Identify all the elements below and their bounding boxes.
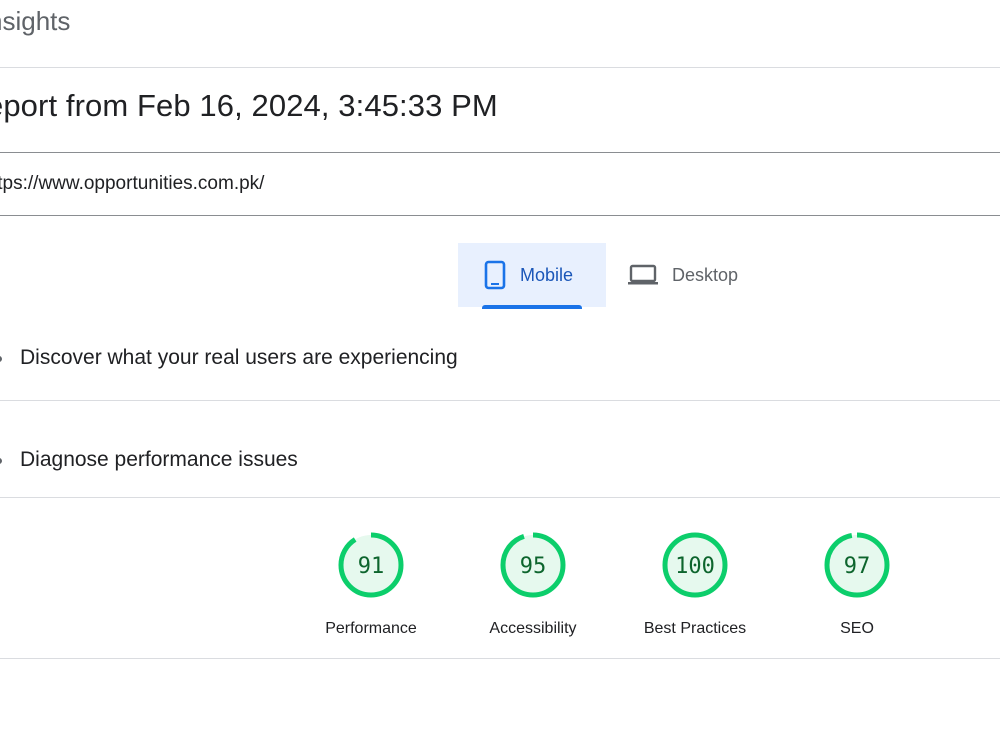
score-value: 95 — [520, 554, 547, 579]
gauge-ring: 95 — [500, 532, 566, 598]
score-gauge-performance[interactable]: 91 Performance — [291, 530, 451, 638]
score-gauge-accessibility[interactable]: 95 Accessibility — [453, 530, 613, 638]
laptop-icon — [628, 263, 658, 287]
report-title: eport from Feb 16, 2024, 3:45:33 PM — [0, 88, 498, 123]
score-value: 91 — [358, 554, 385, 579]
lab-data-marker — [0, 458, 2, 464]
url-field[interactable]: ttps://www.opportunities.com.pk/ — [0, 152, 1000, 216]
field-data-marker — [0, 356, 2, 362]
section-divider-2 — [0, 497, 1000, 498]
scores-divider — [0, 658, 1000, 659]
tab-desktop-label: Desktop — [672, 264, 739, 285]
tab-mobile[interactable]: Mobile — [458, 243, 606, 309]
lab-data-heading: Diagnose performance issues — [20, 448, 298, 471]
gauge-ring: 97 — [824, 532, 890, 598]
gauge-ring: 91 — [338, 532, 404, 598]
section-divider-1 — [0, 400, 1000, 401]
header-divider — [0, 67, 1000, 68]
smartphone-icon — [484, 260, 506, 290]
score-gauge-best-practices[interactable]: 100 Best Practices — [615, 530, 775, 638]
tab-desktop[interactable]: Desktop — [606, 243, 758, 307]
score-label: Best Practices — [643, 620, 747, 637]
score-value: 100 — [675, 554, 715, 579]
score-label: SEO — [840, 620, 874, 637]
score-label: Accessibility — [489, 620, 577, 637]
app-title: nsights — [0, 6, 71, 36]
score-value: 97 — [844, 554, 871, 579]
score-gauge-seo[interactable]: 97 SEO — [777, 530, 937, 638]
gauge-ring: 100 — [662, 532, 728, 598]
field-data-heading: Discover what your real users are experi… — [20, 346, 458, 369]
tab-mobile-label: Mobile — [520, 264, 574, 285]
url-text: ttps://www.opportunities.com.pk/ — [0, 173, 265, 194]
score-label: Performance — [325, 620, 417, 637]
tab-active-indicator — [482, 305, 582, 309]
device-tabs: Mobile Desktop — [458, 243, 758, 309]
